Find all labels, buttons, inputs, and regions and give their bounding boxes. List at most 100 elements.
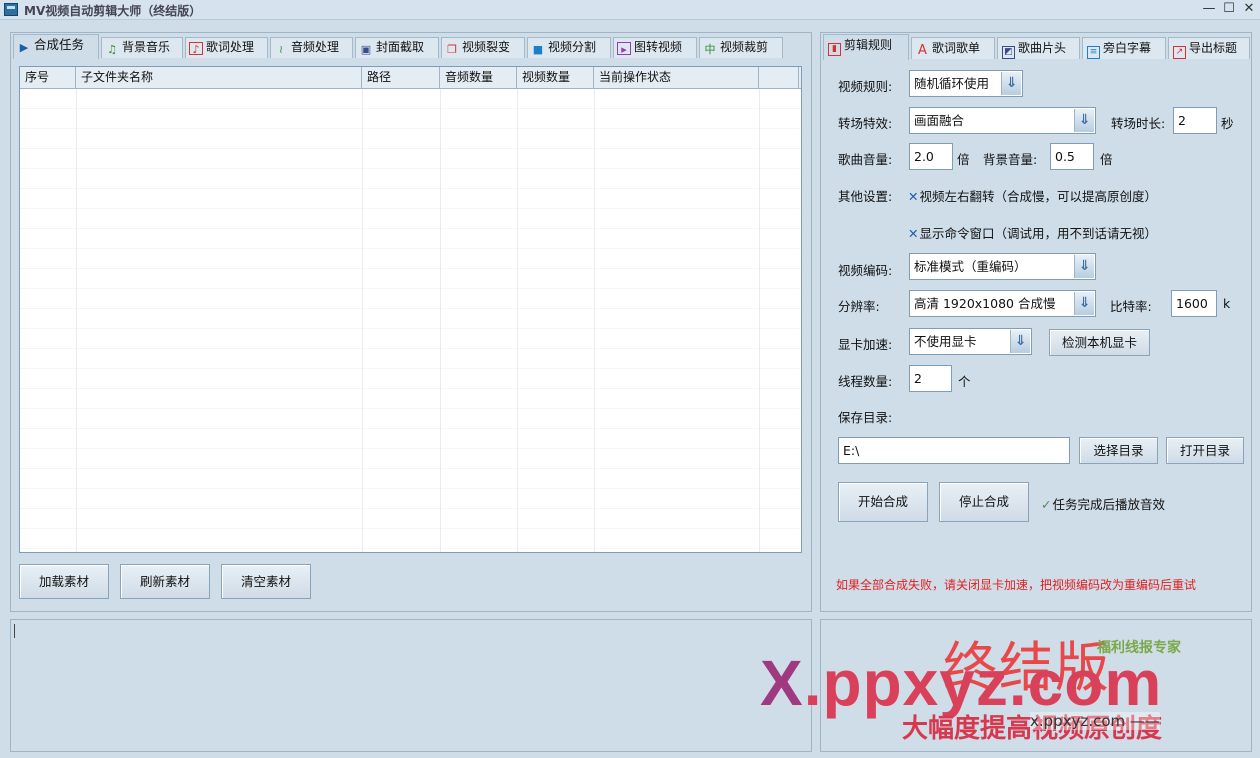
load-materials-button[interactable]: 加载素材 — [19, 564, 109, 599]
tab-video-crop[interactable]: 中视频裁剪 — [699, 37, 783, 58]
slideshow-icon: ▸ — [617, 42, 631, 56]
save-directory-input[interactable]: E:\ — [838, 437, 1070, 464]
image-icon: ◩ — [1002, 46, 1015, 59]
export-icon: ↗ — [1173, 46, 1186, 59]
video-rule-value: 随机循环使用 — [914, 76, 990, 91]
table-header: 序号 子文件夹名称 路径 音频数量 视频数量 当前操作状态 — [20, 67, 801, 89]
column-divider — [76, 89, 77, 552]
title-bar: MV视频自动剪辑大师（终结版） — ☐ ✕ — [0, 0, 1260, 20]
encoding-value: 标准模式（重编码） — [914, 259, 1027, 274]
tab-cover-capture[interactable]: ▣ 封面截取 — [355, 37, 439, 58]
other-settings-label: 其他设置: — [838, 189, 893, 204]
column-header[interactable]: 视频数量 — [517, 67, 594, 88]
lyrics-icon: ♪ — [189, 42, 203, 56]
video-rule-select[interactable]: 随机循环使用 ⇓ — [909, 70, 1023, 97]
transition-select[interactable]: 画面融合 ⇓ — [909, 107, 1096, 134]
music-note-icon: ♫ — [107, 43, 117, 56]
close-button[interactable]: ✕ — [1239, 0, 1259, 18]
crop-icon: 中 — [704, 43, 716, 56]
bitrate-label: 比特率: — [1110, 299, 1152, 314]
transition-value: 画面融合 — [914, 113, 965, 128]
resolution-select[interactable]: 高清 1920x1080 合成慢 ⇓ — [909, 290, 1096, 317]
resolution-label: 分辨率: — [838, 299, 880, 314]
arrow-down-icon: ⇓ — [1074, 109, 1094, 132]
minimize-button[interactable]: — — [1199, 0, 1219, 18]
settings-panel: ▮ 剪辑规则 A 歌词歌单 ◩ 歌曲片头 ≡ 旁白字幕 ↗ 导出标题 视频规则: 随机循环… — [820, 32, 1252, 612]
tab-lyrics-playlist[interactable]: A 歌词歌单 — [911, 37, 995, 59]
transition-label: 转场特效: — [838, 116, 893, 131]
tab-narration-subtitles[interactable]: ≡ 旁白字幕 — [1082, 37, 1166, 59]
tab-video-split[interactable]: ■ 视频分割 — [527, 37, 611, 58]
text-icon: A — [918, 43, 927, 58]
open-directory-button[interactable]: 打开目录 — [1166, 437, 1244, 464]
column-divider — [362, 89, 363, 552]
transition-duration-input[interactable]: 2 — [1173, 107, 1217, 134]
column-divider — [759, 89, 760, 552]
clear-materials-button[interactable]: 清空素材 — [221, 564, 311, 599]
tab-audio[interactable]: ≀ 音频处理 — [270, 37, 353, 58]
video-rule-label: 视频规则: — [838, 79, 893, 94]
resolution-value: 高清 1920x1080 合成慢 — [914, 296, 1056, 311]
column-header[interactable]: 序号 — [20, 67, 76, 88]
refresh-materials-button[interactable]: 刷新素材 — [120, 564, 210, 599]
arrow-down-icon: ⇓ — [1074, 292, 1094, 315]
tab-image-to-video[interactable]: ▸ 图转视频 — [613, 37, 697, 58]
arrow-down-icon: ⇓ — [1010, 330, 1030, 353]
song-volume-label: 歌曲音量: — [838, 152, 893, 167]
tab-clip-rules[interactable]: ▮ 剪辑规则 — [823, 34, 909, 60]
window-title: MV视频自动剪辑大师（终结版） — [24, 4, 202, 18]
column-header[interactable]: 当前操作状态 — [594, 67, 759, 88]
tab-background-music[interactable]: ♫ 背景音乐 — [101, 37, 183, 58]
tab-export-titles[interactable]: ↗ 导出标题 — [1168, 37, 1250, 59]
detect-gpu-button[interactable]: 检测本机显卡 — [1049, 329, 1150, 356]
threads-label: 线程数量: — [838, 374, 893, 389]
gpu-acceleration-value: 不使用显卡 — [914, 334, 977, 349]
cross-icon: ✕ — [908, 226, 919, 241]
arrow-down-icon: ⇓ — [1001, 72, 1021, 95]
column-header[interactable] — [759, 67, 799, 88]
maximize-button[interactable]: ☐ — [1219, 0, 1239, 18]
background-volume-input[interactable]: 0.5 — [1050, 143, 1094, 170]
image-icon: ▣ — [360, 43, 372, 56]
task-table[interactable]: 序号 子文件夹名称 路径 音频数量 视频数量 当前操作状态 — [19, 66, 802, 553]
save-directory-label: 保存目录: — [838, 410, 893, 425]
threads-input[interactable]: 2 — [909, 365, 952, 392]
tab-song-intro[interactable]: ◩ 歌曲片头 — [997, 37, 1080, 59]
task-panel: ▶ 合成任务 ♫ 背景音乐 ♪ 歌词处理 ≀ 音频处理 ▣ 封面截取 ❐ 视频裂变 ■ 视频分… — [10, 32, 812, 612]
cross-icon: ✕ — [908, 189, 919, 204]
video-icon: ■ — [532, 43, 544, 56]
log-output[interactable] — [10, 619, 812, 752]
waveform-icon: ≀ — [278, 43, 284, 56]
copy-icon: ❐ — [447, 43, 457, 56]
bitrate-input[interactable]: 1600 — [1171, 290, 1217, 317]
gpu-acceleration-label: 显卡加速: — [838, 337, 893, 352]
play-sound-checkbox[interactable]: ✓任务完成后播放音效 — [1041, 494, 1165, 513]
encoding-select[interactable]: 标准模式（重编码） ⇓ — [909, 253, 1096, 280]
tab-video-fission[interactable]: ❐ 视频裂变 — [441, 37, 525, 58]
app-icon — [4, 3, 18, 16]
column-header[interactable]: 音频数量 — [440, 67, 517, 88]
stop-compose-button[interactable]: 停止合成 — [939, 482, 1029, 522]
column-divider — [440, 89, 441, 552]
play-icon: ▶ — [19, 41, 29, 54]
column-header[interactable]: 子文件夹名称 — [76, 67, 362, 88]
column-header[interactable]: 路径 — [362, 67, 440, 88]
clip-icon: ▮ — [828, 43, 841, 56]
gpu-acceleration-select[interactable]: 不使用显卡 ⇓ — [909, 328, 1032, 355]
choose-directory-button[interactable]: 选择目录 — [1079, 437, 1158, 464]
table-body[interactable] — [20, 89, 801, 552]
warning-text: 如果全部合成失败，请关闭显卡加速，把视频编码改为重编码后重试 — [836, 578, 1197, 592]
domain-x: X — [760, 647, 804, 719]
text-caret — [14, 624, 15, 638]
start-compose-button[interactable]: 开始合成 — [838, 482, 928, 522]
tab-compose-task[interactable]: ▶ 合成任务 — [13, 34, 99, 59]
bitrate-unit: k — [1223, 296, 1231, 311]
tab-lyrics[interactable]: ♪ 歌词处理 — [185, 37, 268, 58]
flip-video-checkbox[interactable]: ✕视频左右翻转（合成慢，可以提高原创度） — [908, 186, 1157, 205]
url-watermark: x.ppxyz.com —— — [1030, 712, 1160, 730]
encoding-label: 视频编码: — [838, 263, 893, 278]
document-icon: ≡ — [1087, 46, 1100, 59]
song-volume-input[interactable]: 2.0 — [909, 143, 953, 170]
transition-duration-unit: 秒 — [1221, 116, 1234, 131]
show-console-checkbox[interactable]: ✕显示命令窗口（调试用，用不到话请无视） — [908, 223, 1157, 242]
